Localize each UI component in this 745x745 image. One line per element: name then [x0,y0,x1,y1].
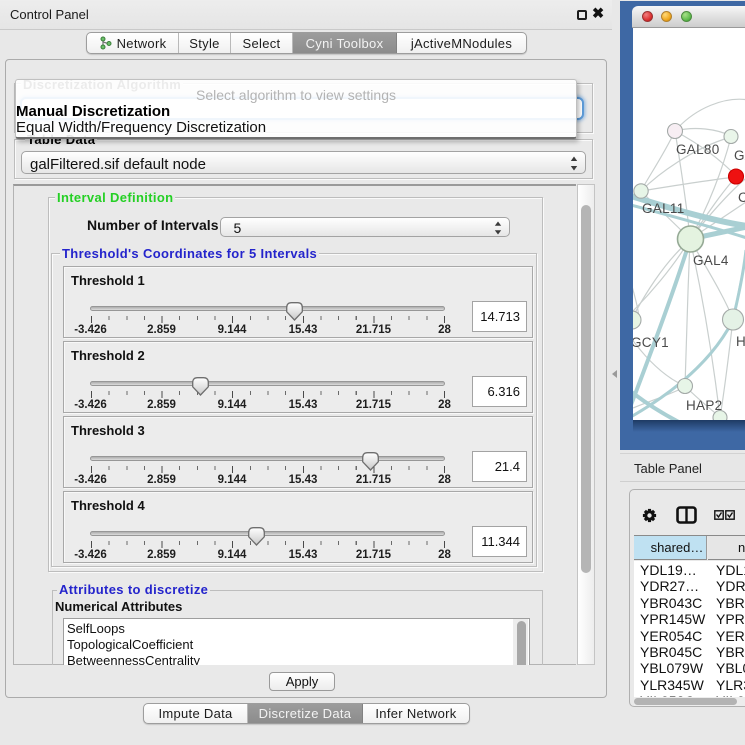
svg-text:HAP2: HAP2 [686,398,722,413]
svg-text:GAL80: GAL80 [676,142,720,157]
svg-text:GAL11: GAL11 [642,201,685,216]
svg-text:GCY1: GCY1 [633,335,669,350]
svg-text:GA: GA [734,148,745,163]
svg-text:CD: CD [738,190,745,205]
svg-text:HA: HA [736,334,745,349]
svg-text:GAL4: GAL4 [693,253,729,268]
